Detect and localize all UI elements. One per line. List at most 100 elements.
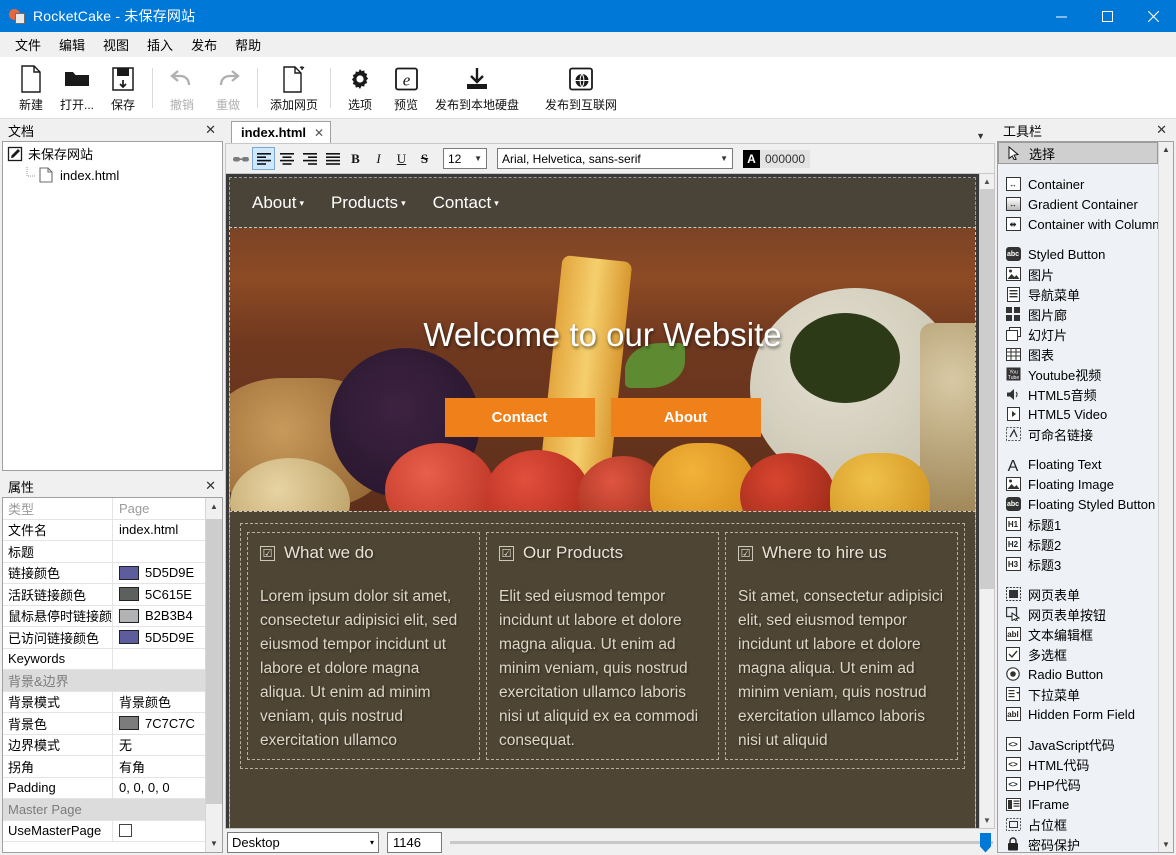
toolbox-item-heading3[interactable]: H3 标题3 bbox=[998, 554, 1158, 574]
toolbox-item-styled-button[interactable]: abc Styled Button bbox=[998, 244, 1158, 264]
close-icon[interactable]: ✕ bbox=[202, 122, 219, 138]
maximize-button[interactable] bbox=[1084, 0, 1130, 32]
align-center-icon[interactable] bbox=[276, 148, 297, 169]
toolbox-item-named-anchor[interactable]: 可命名链接 bbox=[998, 424, 1158, 444]
toolbox-item-checkbox[interactable]: 多选框 bbox=[998, 644, 1158, 664]
features-section[interactable]: ☑ What we do Lorem ipsum dolor sit amet,… bbox=[229, 510, 976, 828]
scroll-thumb[interactable] bbox=[205, 519, 222, 804]
align-right-icon[interactable] bbox=[299, 148, 320, 169]
toolbar-open-button[interactable]: 打开... bbox=[54, 59, 100, 117]
toolbox-item-image-gallery[interactable]: 图片廊 bbox=[998, 304, 1158, 324]
feature-column-where-to-hire-us[interactable]: ☑ Where to hire us Sit amet, consectetur… bbox=[725, 532, 958, 760]
toolbox-item-container[interactable]: ↔ Container bbox=[998, 174, 1158, 194]
scroll-track[interactable] bbox=[1158, 157, 1173, 837]
slider-track[interactable] bbox=[450, 840, 993, 844]
use-master-page-checkbox[interactable] bbox=[119, 824, 132, 838]
toolbox-item-floating-text[interactable]: A Floating Text bbox=[998, 454, 1158, 474]
toolbox-item-javascript-code[interactable]: <> JavaScript代码 bbox=[998, 734, 1158, 754]
website-preview[interactable]: About ▾ Products ▾ Contact ▾ Welcome to … bbox=[229, 177, 976, 828]
property-row-corner[interactable]: 拐角 有角 bbox=[3, 756, 205, 778]
property-row-keywords[interactable]: Keywords bbox=[3, 648, 205, 670]
color-swatch[interactable] bbox=[119, 630, 139, 645]
documents-tree[interactable]: 未保存网站 index.html bbox=[2, 141, 223, 471]
property-row-type[interactable]: 类型 Page bbox=[3, 498, 205, 520]
property-row-active-link-color[interactable]: 活跃链接颜色 5C615E bbox=[3, 584, 205, 606]
toolbox-item-floating-styled-button[interactable]: abc Floating Styled Button bbox=[998, 494, 1158, 514]
toolbox-item-heading2[interactable]: H2 标题2 bbox=[998, 534, 1158, 554]
tab-index-html[interactable]: index.html ✕ bbox=[231, 121, 332, 143]
hero-contact-button[interactable]: Contact bbox=[444, 398, 595, 437]
nav-item-contact[interactable]: Contact ▾ bbox=[433, 193, 499, 213]
feature-column-our-products[interactable]: ☑ Our Products Elit sed eiusmod tempor i… bbox=[486, 532, 719, 760]
tree-item-index[interactable]: index.html bbox=[3, 165, 222, 185]
properties-scrollbar[interactable]: ▲ ▼ bbox=[205, 498, 222, 852]
toolbox-item-html5-video[interactable]: HTML5 Video bbox=[998, 404, 1158, 424]
property-row-background-mode[interactable]: 背景模式 背景颜色 bbox=[3, 691, 205, 713]
toolbar-save-button[interactable]: 保存 bbox=[100, 59, 146, 117]
align-left-icon[interactable] bbox=[252, 147, 275, 170]
toolbar-new-button[interactable]: 新建 bbox=[8, 59, 54, 117]
toolbox-item-form-button[interactable]: 网页表单按钮 bbox=[998, 604, 1158, 624]
toolbox-item-table[interactable]: 图表 bbox=[998, 344, 1158, 364]
toolbox-item-image[interactable]: 图片 bbox=[998, 264, 1158, 284]
menu-insert[interactable]: 插入 bbox=[138, 32, 182, 57]
toolbar-add-page-button[interactable]: 添加网页 bbox=[264, 59, 324, 117]
toolbox-item-placeholder[interactable]: 占位框 bbox=[998, 814, 1158, 834]
toolbar-publish-web-button[interactable]: 发布到互联网 bbox=[539, 59, 623, 117]
close-icon[interactable]: ✕ bbox=[202, 478, 219, 494]
toolbox-item-gradient-container[interactable]: ↔ Gradient Container bbox=[998, 194, 1158, 214]
chevron-down-icon[interactable]: ▼ bbox=[976, 131, 995, 143]
toolbar-publish-local-button[interactable]: 发布到本地硬盘 bbox=[429, 59, 525, 117]
toolbox-item-navigation-menu[interactable]: 导航菜单 bbox=[998, 284, 1158, 304]
color-swatch[interactable] bbox=[119, 608, 139, 623]
property-row-link-color[interactable]: 链接颜色 5D5D9E bbox=[3, 562, 205, 584]
scroll-up-icon[interactable]: ▲ bbox=[980, 174, 995, 189]
menu-view[interactable]: 视图 bbox=[94, 32, 138, 57]
bold-button[interactable]: B bbox=[345, 148, 366, 169]
underline-button[interactable]: U bbox=[391, 148, 412, 169]
hero-about-button[interactable]: About bbox=[610, 398, 761, 437]
toolbox-item-html5-audio[interactable]: HTML5音频 bbox=[998, 384, 1158, 404]
viewport-width-input[interactable]: 1146 bbox=[387, 831, 442, 853]
menu-file[interactable]: 文件 bbox=[6, 32, 50, 57]
device-select[interactable]: Desktop ▾ bbox=[227, 831, 379, 853]
color-swatch[interactable] bbox=[119, 587, 139, 602]
toolbox-item-floating-image[interactable]: Floating Image bbox=[998, 474, 1158, 494]
menu-publish[interactable]: 发布 bbox=[182, 32, 226, 57]
text-color-picker[interactable]: A 000000 bbox=[743, 149, 811, 169]
toolbox-item-radio-button[interactable]: Radio Button bbox=[998, 664, 1158, 684]
property-row-border-mode[interactable]: 边界模式 无 bbox=[3, 734, 205, 756]
page-canvas[interactable]: About ▾ Products ▾ Contact ▾ Welcome to … bbox=[226, 174, 979, 828]
strikethrough-button[interactable]: S bbox=[414, 148, 435, 169]
property-row-background-color[interactable]: 背景色 7C7C7C bbox=[3, 713, 205, 735]
toolbox-item-heading1[interactable]: H1 标题1 bbox=[998, 514, 1158, 534]
link-chain-icon[interactable] bbox=[230, 148, 251, 169]
property-row-visited-link-color[interactable]: 已访问链接颜色 5D5D9E bbox=[3, 627, 205, 649]
scroll-down-icon[interactable]: ▼ bbox=[206, 835, 223, 852]
canvas-vertical-scrollbar[interactable]: ▲ ▼ bbox=[979, 174, 994, 828]
menu-help[interactable]: 帮助 bbox=[226, 32, 270, 57]
toolbar-preview-button[interactable]: e 预览 bbox=[383, 59, 429, 117]
feature-column-what-we-do[interactable]: ☑ What we do Lorem ipsum dolor sit amet,… bbox=[247, 532, 480, 760]
property-row-use-master-page[interactable]: UseMasterPage bbox=[3, 820, 205, 842]
property-row-filename[interactable]: 文件名 index.html bbox=[3, 519, 205, 541]
scroll-track[interactable] bbox=[205, 515, 222, 835]
toolbar-redo-button[interactable]: 重做 bbox=[205, 59, 251, 117]
scroll-thumb[interactable] bbox=[979, 189, 994, 589]
scroll-up-icon[interactable]: ▲ bbox=[206, 498, 223, 515]
scroll-down-icon[interactable]: ▼ bbox=[980, 813, 995, 828]
color-swatch[interactable] bbox=[119, 716, 139, 731]
scroll-down-icon[interactable]: ▼ bbox=[1159, 837, 1174, 852]
italic-button[interactable]: I bbox=[368, 148, 389, 169]
color-swatch[interactable] bbox=[119, 565, 139, 580]
close-button[interactable] bbox=[1130, 0, 1176, 32]
toolbox-item-slideshow[interactable]: 幻灯片 bbox=[998, 324, 1158, 344]
site-navbar[interactable]: About ▾ Products ▾ Contact ▾ bbox=[229, 177, 976, 229]
toolbox-item-hidden-form-field[interactable]: abl Hidden Form Field bbox=[998, 704, 1158, 724]
hero-section[interactable]: Welcome to our Website Contact About bbox=[229, 227, 976, 512]
minimize-button[interactable] bbox=[1038, 0, 1084, 32]
scroll-track[interactable] bbox=[979, 189, 994, 813]
toolbar-undo-button[interactable]: 撤销 bbox=[159, 59, 205, 117]
font-size-select[interactable]: 12 ▼ bbox=[443, 148, 487, 169]
toolbox-scrollbar[interactable]: ▲ ▼ bbox=[1158, 142, 1173, 852]
